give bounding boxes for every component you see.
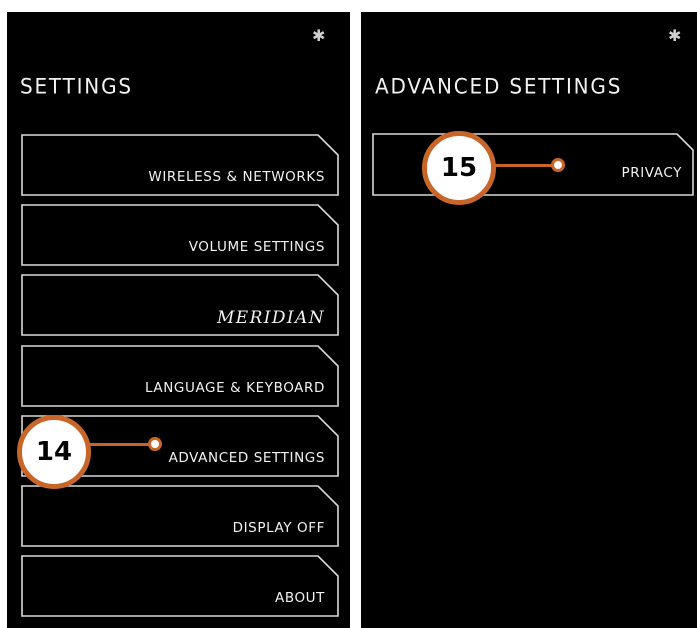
bluetooth-icon: ✱ — [312, 26, 326, 45]
page-title: SETTINGS — [20, 73, 133, 99]
advanced-settings-screen: ✱ ADVANCED SETTINGS PRIVACY — [361, 12, 697, 628]
menu-button-wireless-networks[interactable]: WIRELESS & NETWORKS — [21, 134, 339, 196]
menu-button-meridian[interactable]: MERIDIAN — [21, 274, 339, 336]
menu-label: PRIVACY — [621, 165, 682, 181]
menu-label: WIRELESS & NETWORKS — [148, 169, 325, 185]
menu-button-language-keyboard[interactable]: LANGUAGE & KEYBOARD — [21, 345, 339, 407]
callout-badge: 14 — [17, 415, 91, 489]
callout-badge: 15 — [422, 131, 496, 205]
menu-label: LANGUAGE & KEYBOARD — [144, 380, 325, 396]
menu-button-volume-settings[interactable]: VOLUME SETTINGS — [21, 204, 339, 266]
callout-leader-line — [90, 443, 156, 446]
menu-label: ABOUT — [274, 590, 325, 606]
callout-target-dot — [148, 437, 162, 451]
menu-label: DISPLAY OFF — [232, 520, 325, 536]
settings-screen: ✱ SETTINGS WIRELESS & NETWORKS VOLUME SE… — [7, 12, 350, 628]
menu-label: VOLUME SETTINGS — [188, 239, 325, 255]
page-title: ADVANCED SETTINGS — [375, 73, 623, 99]
meridian-logo-label: MERIDIAN — [216, 308, 325, 328]
menu-label: ADVANCED SETTINGS — [168, 450, 325, 466]
menu-button-display-off[interactable]: DISPLAY OFF — [21, 485, 339, 547]
menu-button-about[interactable]: ABOUT — [21, 555, 339, 617]
bluetooth-icon: ✱ — [668, 26, 682, 45]
callout-leader-line — [492, 164, 558, 167]
callout-target-dot — [551, 158, 565, 172]
